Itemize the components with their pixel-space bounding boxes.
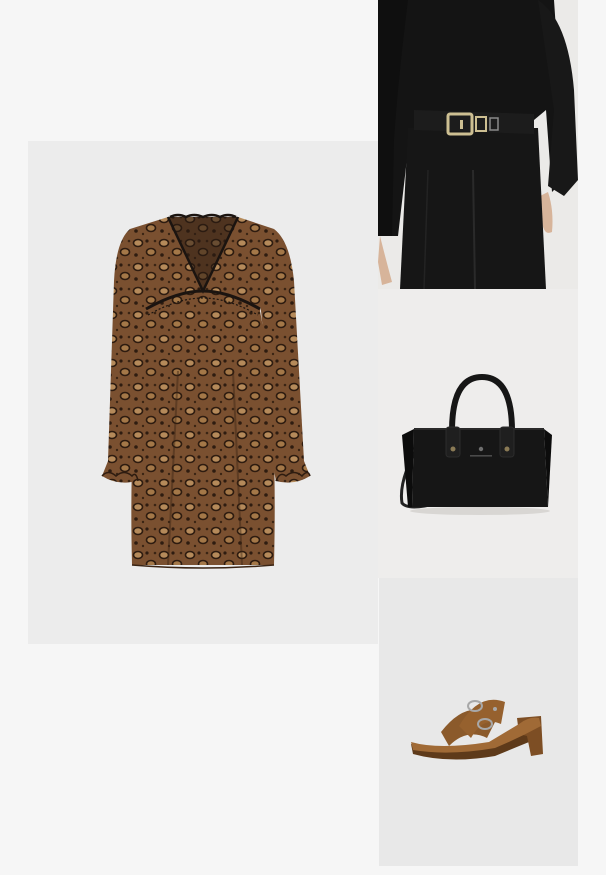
sandals-product-tile[interactable] [379,578,578,866]
leopard-dress-image [101,213,311,569]
outfit-collage: { "collage": { "items": [ {"item": "leop… [0,0,606,875]
handbag-product-tile[interactable] [378,289,578,578]
black-top-belt-image [378,0,578,289]
brown-sandals-image [379,578,578,866]
top-and-belt-product-tile[interactable] [378,0,578,289]
black-handbag-image [378,289,578,578]
dress-product-tile[interactable] [28,141,378,644]
